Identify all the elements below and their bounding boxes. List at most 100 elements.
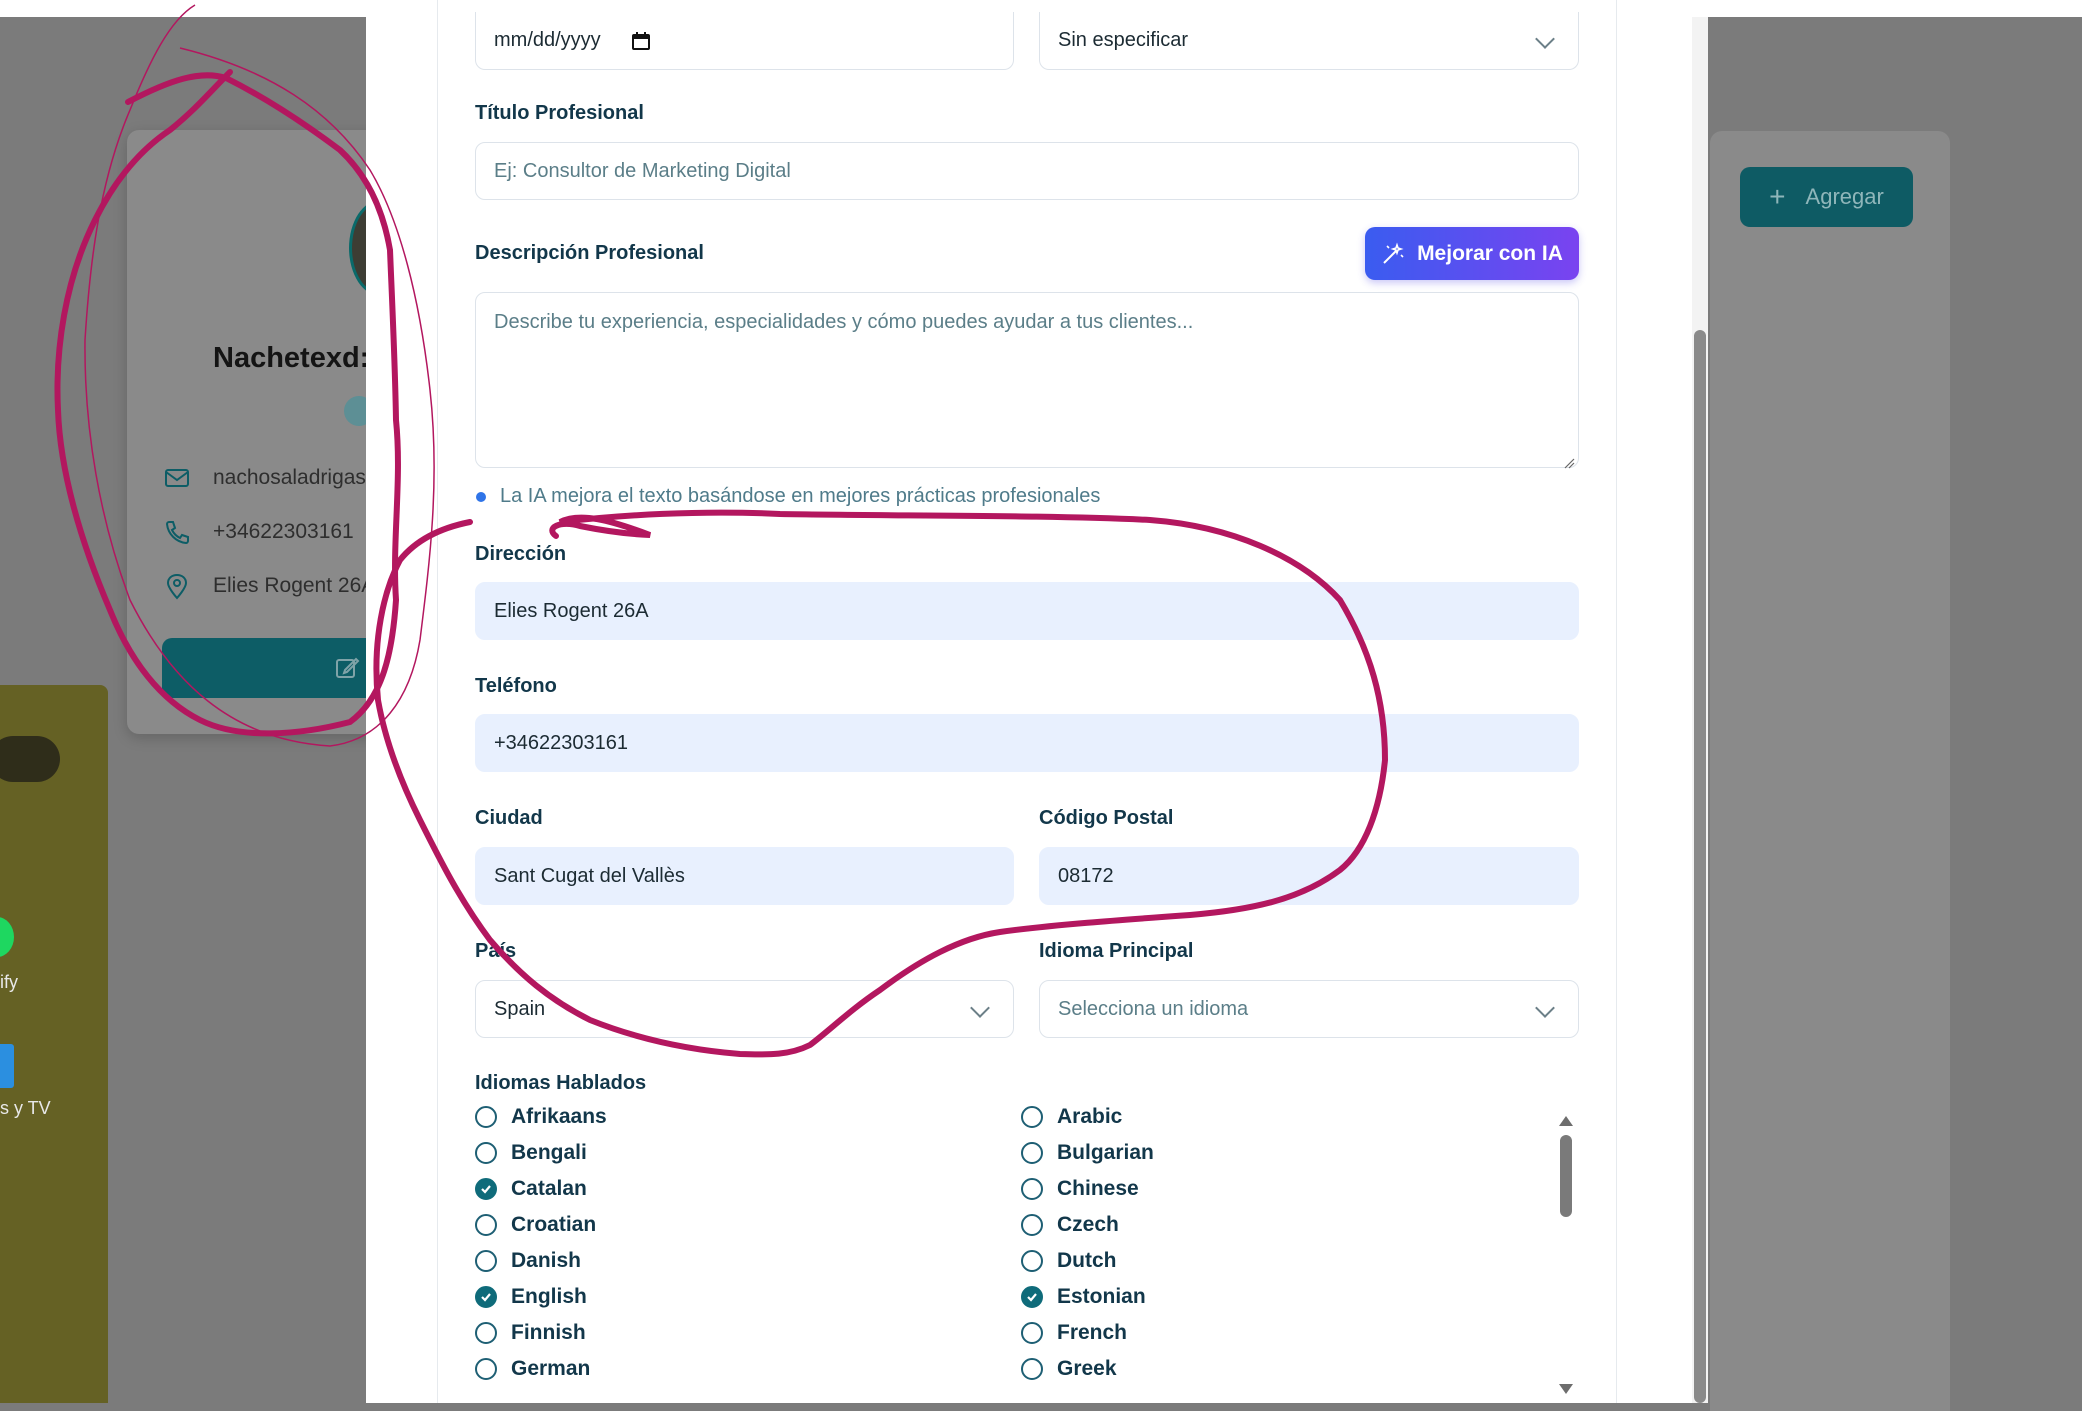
radio-icon[interactable] xyxy=(475,1214,497,1236)
description-label: Descripción Profesional xyxy=(475,242,704,264)
language-option[interactable]: Czech xyxy=(1021,1213,1119,1237)
date-placeholder: mm/dd/yyyy xyxy=(494,29,601,51)
language-option-label: Czech xyxy=(1057,1213,1119,1236)
address-input[interactable]: Elies Rogent 26A xyxy=(475,582,1579,640)
address-label: Dirección xyxy=(475,543,567,565)
language-option[interactable]: French xyxy=(1021,1321,1127,1345)
edit-icon xyxy=(334,655,360,686)
address-value: Elies Rogent 26A xyxy=(494,599,649,622)
gender-select[interactable]: Sin especificar xyxy=(1039,12,1579,70)
profile-phone: +34622303161 xyxy=(213,520,354,543)
radio-icon[interactable] xyxy=(1021,1250,1043,1272)
modal-scrollbar-thumb[interactable] xyxy=(1694,330,1706,1403)
improve-with-ai-button[interactable]: Mejorar con IA xyxy=(1365,227,1579,280)
desktop-search-pill[interactable] xyxy=(0,736,60,782)
title-input[interactable]: Ej: Consultor de Marketing Digital xyxy=(475,142,1579,200)
language-option-label: French xyxy=(1057,1321,1128,1344)
city-input[interactable]: Sant Cugat del Vallès xyxy=(475,847,1014,905)
language-option-label: English xyxy=(511,1285,587,1308)
chevron-down-icon xyxy=(970,998,990,1018)
list-scroll-up-icon[interactable] xyxy=(1559,1116,1573,1126)
language-option-label: Estonian xyxy=(1057,1285,1146,1308)
checked-radio-icon[interactable] xyxy=(475,1286,497,1308)
info-dot-icon xyxy=(476,491,486,502)
language-option[interactable]: Croatian xyxy=(475,1213,596,1237)
profile-email: nachosaladrigas( xyxy=(213,466,373,489)
country-select[interactable]: Spain xyxy=(475,980,1014,1038)
title-label: Título Profesional xyxy=(475,102,644,124)
radio-icon[interactable] xyxy=(1021,1322,1043,1344)
desktop-app-icon[interactable] xyxy=(0,1044,14,1088)
language-option-label: Greek xyxy=(1057,1357,1117,1380)
main-language-select[interactable]: Selecciona un idioma xyxy=(1039,980,1579,1038)
add-button[interactable]: + Agregar xyxy=(1740,167,1913,227)
desktop-label: s y TV xyxy=(0,1098,51,1118)
phone-icon xyxy=(163,518,191,546)
country-label: País xyxy=(475,940,517,962)
radio-icon[interactable] xyxy=(475,1358,497,1380)
language-option[interactable]: Greek xyxy=(1021,1357,1117,1381)
phone-input[interactable]: +34622303161 xyxy=(475,714,1579,772)
phone-label: Teléfono xyxy=(475,675,557,697)
ai-hint-text: La IA mejora el texto basándose en mejor… xyxy=(500,485,1101,507)
language-option[interactable]: English xyxy=(475,1285,587,1309)
resize-handle[interactable] xyxy=(1563,452,1575,469)
radio-icon[interactable] xyxy=(1021,1106,1043,1128)
profile-email-row: nachosaladrigas( xyxy=(163,464,373,492)
radio-icon[interactable] xyxy=(475,1106,497,1128)
profile-name: Nachetexd: xyxy=(213,342,370,374)
radio-icon[interactable] xyxy=(1021,1178,1043,1200)
checked-radio-icon[interactable] xyxy=(475,1178,497,1200)
plus-icon: + xyxy=(1769,181,1786,212)
language-option[interactable]: Afrikaans xyxy=(475,1105,607,1129)
radio-icon[interactable] xyxy=(475,1250,497,1272)
language-option[interactable]: Bengali xyxy=(475,1141,587,1165)
spoken-languages-label: Idiomas Hablados xyxy=(475,1072,647,1094)
language-option-label: German xyxy=(511,1357,591,1380)
list-scrollbar-thumb[interactable] xyxy=(1560,1135,1572,1217)
location-icon xyxy=(163,572,191,600)
profile-address-row: Elies Rogent 26A xyxy=(163,572,375,600)
birthdate-input[interactable]: mm/dd/yyyy xyxy=(475,12,1014,70)
language-option[interactable]: German xyxy=(475,1357,590,1381)
language-option[interactable]: Bulgarian xyxy=(1021,1141,1154,1165)
phone-value: +34622303161 xyxy=(494,731,629,754)
radio-icon[interactable] xyxy=(1021,1142,1043,1164)
list-scroll-down-icon[interactable] xyxy=(1559,1384,1573,1394)
chevron-down-icon xyxy=(1535,998,1555,1018)
right-panel xyxy=(1710,131,1950,1411)
radio-icon[interactable] xyxy=(1021,1358,1043,1380)
improve-with-ai-label: Mejorar con IA xyxy=(1417,241,1563,265)
description-textarea[interactable]: Describe tu experiencia, especialidades … xyxy=(475,292,1579,469)
profile-address: Elies Rogent 26A xyxy=(213,574,376,597)
language-option-label: Finnish xyxy=(511,1321,586,1344)
language-option[interactable]: Dutch xyxy=(1021,1249,1117,1273)
radio-icon[interactable] xyxy=(1021,1214,1043,1236)
postal-code-input[interactable]: 08172 xyxy=(1039,847,1579,905)
postal-code-label: Código Postal xyxy=(1039,807,1174,829)
gender-value: Sin especificar xyxy=(1058,29,1189,51)
desktop-label: ify xyxy=(0,972,18,992)
language-option-label: Chinese xyxy=(1057,1177,1139,1200)
language-option-label: Danish xyxy=(511,1249,582,1272)
mail-icon xyxy=(163,464,191,492)
language-option[interactable]: Estonian xyxy=(1021,1285,1146,1309)
chevron-down-icon xyxy=(1535,29,1555,49)
language-option-label: Arabic xyxy=(1057,1105,1123,1128)
radio-icon[interactable] xyxy=(475,1142,497,1164)
language-option-label: Catalan xyxy=(511,1177,587,1200)
desktop-area xyxy=(0,685,108,1403)
language-option[interactable]: Chinese xyxy=(1021,1177,1139,1201)
country-value: Spain xyxy=(494,997,546,1020)
language-option[interactable]: Finnish xyxy=(475,1321,586,1345)
language-option[interactable]: Danish xyxy=(475,1249,581,1273)
magic-wand-icon xyxy=(1381,241,1405,266)
calendar-icon[interactable] xyxy=(631,31,651,51)
language-option[interactable]: Arabic xyxy=(1021,1105,1122,1129)
checked-radio-icon[interactable] xyxy=(1021,1286,1043,1308)
radio-icon[interactable] xyxy=(475,1322,497,1344)
add-button-label: Agregar xyxy=(1805,184,1884,209)
city-value: Sant Cugat del Vallès xyxy=(494,864,685,887)
language-option[interactable]: Catalan xyxy=(475,1177,587,1201)
language-option-label: Dutch xyxy=(1057,1249,1117,1272)
